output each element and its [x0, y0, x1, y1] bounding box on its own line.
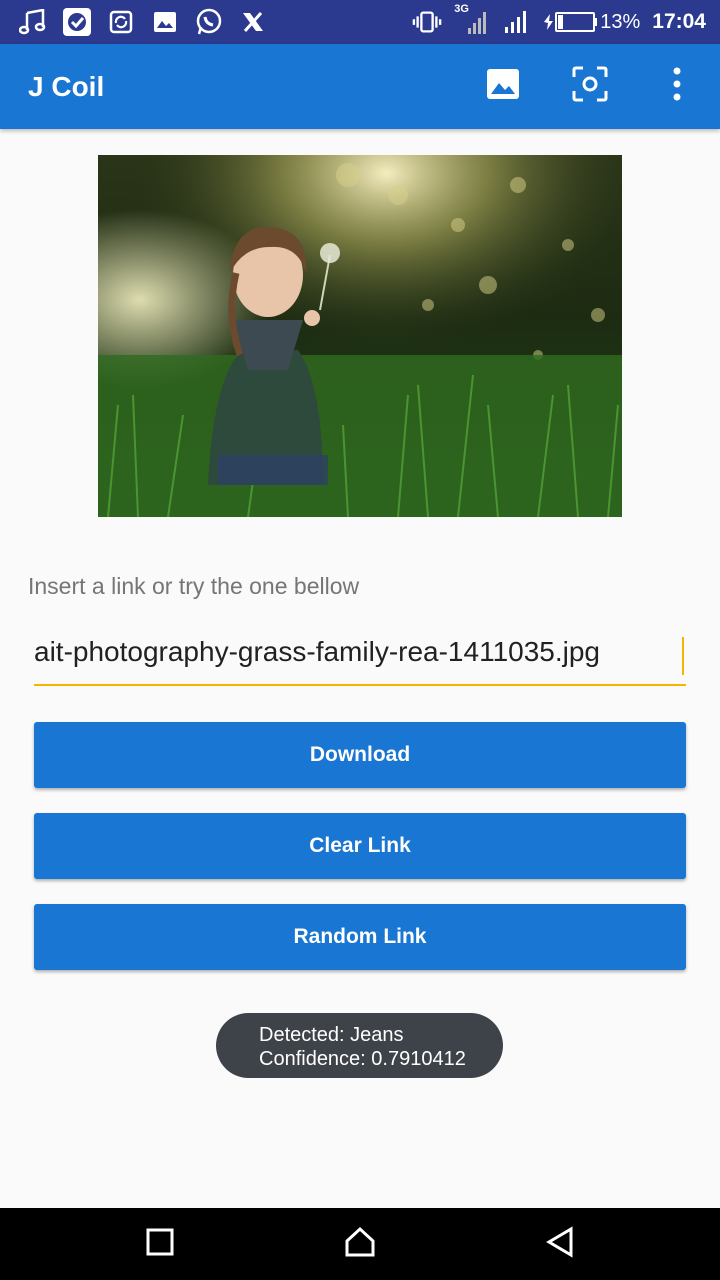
- recent-apps-icon: [145, 1227, 175, 1262]
- battery-percent: 13%: [600, 10, 641, 33]
- image-icon: [150, 7, 180, 37]
- signal-3g-icon: 3G: [454, 3, 488, 37]
- network-label: 3G: [454, 3, 469, 15]
- preview-image: [98, 155, 622, 517]
- navigation-bar: [0, 1208, 720, 1280]
- signal-icon: [500, 7, 530, 37]
- home-button[interactable]: [342, 1226, 378, 1262]
- overflow-menu-button[interactable]: [655, 64, 699, 108]
- vpn-shield-icon: [62, 7, 92, 37]
- link-input[interactable]: ait-photography-grass-family-rea-1411035…: [34, 636, 686, 686]
- back-icon: [545, 1225, 575, 1263]
- sync-icon: [106, 7, 136, 37]
- status-bar: 3G 13% 17:04: [0, 0, 720, 44]
- gallery-image-icon: [486, 68, 520, 105]
- vibrate-icon: [412, 7, 442, 37]
- x-icon: [238, 7, 268, 37]
- toast-detected-label: Detected: Jeans: [259, 1024, 404, 1046]
- whatsapp-icon: [194, 7, 224, 37]
- clear-link-button[interactable]: Clear Link: [34, 813, 686, 879]
- back-button[interactable]: [542, 1225, 578, 1263]
- link-input-value: ait-photography-grass-family-rea-1411035…: [34, 636, 601, 667]
- detection-toast: Detected: Jeans Confidence: 0.7910412: [216, 1013, 503, 1078]
- toast-confidence-label: Confidence: 0.7910412: [259, 1048, 466, 1070]
- clock: 17:04: [652, 10, 706, 33]
- camera-scan-button[interactable]: [568, 64, 612, 108]
- home-icon: [343, 1226, 377, 1263]
- camera-scan-icon: [572, 66, 608, 107]
- link-hint-label: Insert a link or try the one bellow: [28, 573, 360, 599]
- text-cursor: [682, 637, 684, 675]
- battery-icon: [542, 7, 598, 37]
- app-bar: J Coil: [0, 44, 720, 129]
- music-icon: [18, 7, 48, 37]
- random-link-button[interactable]: Random Link: [34, 904, 686, 970]
- more-vert-icon: [672, 67, 682, 106]
- gallery-button[interactable]: [481, 64, 525, 108]
- app-title: J Coil: [28, 71, 105, 102]
- download-button[interactable]: Download: [34, 722, 686, 788]
- recent-apps-button[interactable]: [142, 1226, 178, 1262]
